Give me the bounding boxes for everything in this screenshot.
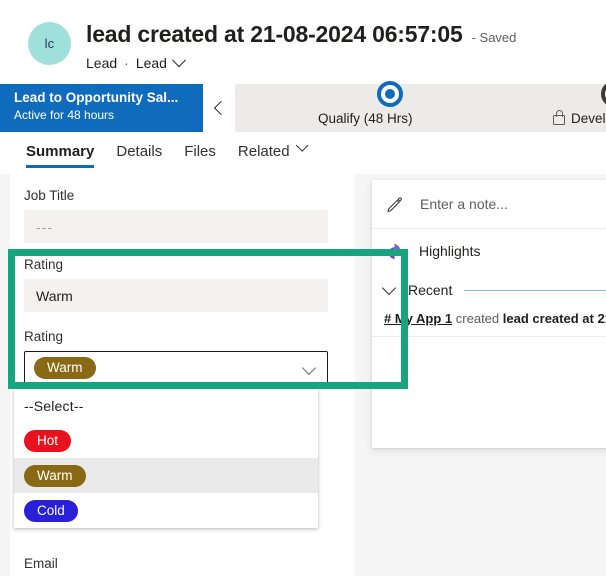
breadcrumb-entity: Lead xyxy=(86,55,118,71)
breadcrumb-separator: · xyxy=(124,55,129,71)
option-cold-chip: Cold xyxy=(24,499,78,522)
bpf-collapse-button[interactable] xyxy=(203,84,235,132)
option-cold[interactable]: Cold xyxy=(14,493,318,528)
chevron-left-icon xyxy=(213,100,228,116)
tab-details[interactable]: Details xyxy=(116,132,162,163)
tab-files[interactable]: Files xyxy=(184,132,216,163)
timeline-action: created xyxy=(455,311,500,326)
timeline-panel: Enter a note... Highlights Recent # My A… xyxy=(372,180,606,448)
form-body: Job Title --- Rating Warm Rating Warm Em… xyxy=(0,174,606,576)
bpf-stage-qualify[interactable]: Qualify (48 Hrs) xyxy=(318,111,413,126)
highlights-label: Highlights xyxy=(419,243,481,259)
field-job-title-label: Job Title xyxy=(24,188,75,203)
save-status: - Saved xyxy=(471,30,517,45)
chevron-down-icon[interactable] xyxy=(381,280,397,296)
pencil-icon xyxy=(387,196,402,212)
note-placeholder: Enter a note... xyxy=(420,196,508,212)
bpf-next-stage-indicator-icon xyxy=(601,81,606,107)
timeline-actor-link[interactable]: # My App 1 xyxy=(384,311,452,326)
page-title: lead created at 21-08-2024 06:57:05 xyxy=(86,21,463,47)
note-input-row[interactable]: Enter a note... xyxy=(372,180,606,229)
field-rating-readonly-value[interactable]: Warm xyxy=(24,279,328,312)
option-warm[interactable]: Warm xyxy=(14,458,318,493)
crm-record-form: Nishant Ra lc lead created at 21-08-2024… xyxy=(0,0,606,576)
field-email: Email xyxy=(24,556,328,576)
option-warm-chip: Warm xyxy=(24,464,86,487)
breadcrumb: Lead · Lead xyxy=(86,53,187,71)
tab-related[interactable]: Related xyxy=(237,132,309,163)
avatar: lc xyxy=(28,22,71,65)
bpf-stage-list: Qualify (48 Hrs) Devel xyxy=(235,81,606,132)
recent-label: Recent xyxy=(408,282,453,298)
option-select-placeholder[interactable]: --Select-- xyxy=(14,388,318,423)
field-job-title-value[interactable]: --- xyxy=(24,210,328,243)
bpf-stage-qualify-label: Qualify (48 Hrs) xyxy=(318,111,413,126)
section-divider xyxy=(464,289,606,291)
bpf-stage-develop-label: Devel xyxy=(571,111,606,126)
rating-select[interactable]: Warm xyxy=(24,351,328,384)
field-rating-readonly: Rating Warm xyxy=(24,257,328,312)
bpf-stage-develop[interactable]: Devel xyxy=(553,110,606,126)
timeline-item: # My App 1 created lead created at 21... xyxy=(372,307,606,337)
chevron-down-icon[interactable] xyxy=(301,360,317,376)
tab-related-label: Related xyxy=(237,143,290,160)
timeline-target: lead created at 21... xyxy=(502,311,606,326)
bpf-active-stage-indicator-icon xyxy=(377,81,403,107)
highlights-icon xyxy=(388,243,401,259)
highlights-row[interactable]: Highlights xyxy=(372,229,606,273)
form-selector-label[interactable]: Lead xyxy=(136,55,167,71)
field-rating-readonly-label: Rating xyxy=(24,257,64,272)
title-row: lead created at 21-08-2024 06:57:05 - Sa… xyxy=(86,21,516,48)
record-header: lc lead created at 21-08-2024 06:57:05 -… xyxy=(0,0,606,84)
field-job-title: Job Title --- xyxy=(24,188,328,243)
rating-selected-chip: Warm xyxy=(34,356,96,379)
tab-files-label: Files xyxy=(184,143,216,160)
business-process-flow: Lead to Opportunity Sal... Active for 48… xyxy=(0,81,606,132)
option-hot-chip: Hot xyxy=(24,429,72,452)
recent-section-header[interactable]: Recent xyxy=(372,273,606,307)
tab-summary-label: Summary xyxy=(26,143,95,160)
tab-details-label: Details xyxy=(116,143,163,160)
field-rating-select-label: Rating xyxy=(24,329,64,344)
rating-option-list: --Select-- Hot Warm Cold xyxy=(14,388,318,528)
chevron-down-icon[interactable] xyxy=(295,139,309,152)
bpf-name-panel[interactable]: Lead to Opportunity Sal... Active for 48… xyxy=(0,84,203,132)
lock-icon xyxy=(553,110,565,125)
field-rating-select: Rating Warm xyxy=(24,329,328,384)
option-hot[interactable]: Hot xyxy=(14,423,318,458)
field-email-label: Email xyxy=(24,556,58,571)
chevron-down-icon[interactable] xyxy=(171,53,187,68)
tab-summary[interactable]: Summary xyxy=(26,132,95,168)
bpf-process-status: Active for 48 hours xyxy=(14,108,115,122)
form-tab-strip: Summary Details Files Related xyxy=(0,132,606,174)
bpf-process-name: Lead to Opportunity Sal... xyxy=(14,90,179,105)
